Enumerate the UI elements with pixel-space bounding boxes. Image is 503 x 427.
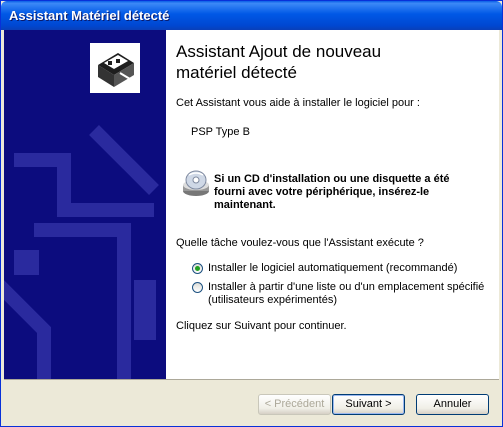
radio-auto-install-label[interactable]: Installer le logiciel automatiquement (r…	[208, 262, 457, 274]
button-bar: < Précédent Suivant > Annuler	[4, 379, 499, 425]
window-title: Assistant Matériel détecté	[9, 8, 170, 23]
device-name: PSP Type B	[191, 126, 250, 138]
radio-manual-install[interactable]	[192, 282, 203, 293]
cancel-button[interactable]: Annuler	[416, 394, 489, 415]
sidebar-decoration	[4, 125, 159, 379]
cd-notice: Si un CD d'installation ou une disquette…	[214, 173, 450, 211]
task-question: Quelle tâche voulez-vous que l'Assistant…	[176, 237, 424, 249]
radio-manual-install-label[interactable]: Installer à partir d'une liste ou d'un e…	[208, 281, 484, 307]
hardware-card-icon	[90, 43, 140, 93]
wizard-content: Assistant Ajout de nouveau matériel déte…	[166, 30, 499, 379]
wizard-heading: Assistant Ajout de nouveau matériel déte…	[176, 42, 382, 82]
wizard-sidebar	[4, 30, 166, 379]
title-bar[interactable]: Assistant Matériel détecté	[1, 1, 502, 30]
next-button[interactable]: Suivant >	[332, 394, 405, 415]
cd-icon	[181, 170, 211, 198]
continue-hint: Cliquez sur Suivant pour continuer.	[176, 320, 347, 332]
back-button[interactable]: < Précédent	[258, 394, 331, 415]
wizard-window: Assistant Matériel détecté Assistant Ajo…	[0, 0, 503, 427]
radio-auto-install[interactable]	[192, 263, 203, 274]
intro-text: Cet Assistant vous aide à installer le l…	[176, 97, 420, 109]
